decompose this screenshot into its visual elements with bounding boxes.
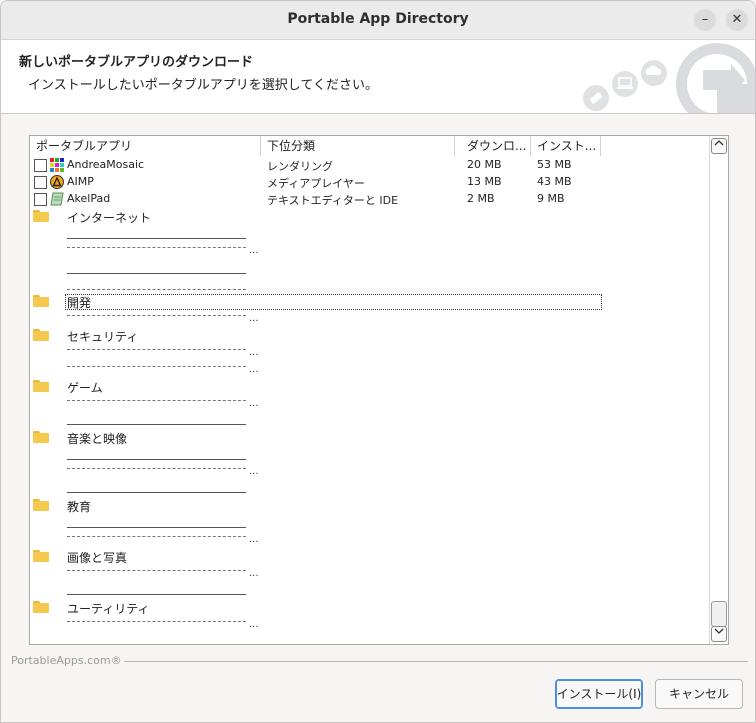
ellipsis: ...	[249, 619, 259, 630]
app-download-size: 20 MB	[467, 158, 502, 171]
category-label: ユーティリティ	[67, 602, 150, 616]
portableapps-logo-icon	[583, 43, 755, 113]
column-subcategory[interactable]: 下位分類	[261, 136, 455, 156]
category-label: 画像と写真	[67, 551, 128, 565]
divider	[67, 492, 246, 493]
divider	[67, 273, 246, 274]
focus-rectangle	[65, 294, 602, 310]
category-utilities[interactable]: ユーティリティ	[30, 599, 710, 616]
column-install-size[interactable]: インスト...	[531, 136, 601, 156]
andreamosaic-icon	[50, 158, 64, 172]
folder-icon	[33, 210, 49, 222]
vertical-scrollbar[interactable]	[709, 136, 728, 644]
category-label: 音楽と映像	[67, 432, 128, 446]
divider	[67, 621, 246, 622]
app-install-size: 43 MB	[537, 175, 572, 188]
header-title: 新しいポータブルアプリのダウンロード	[19, 55, 254, 70]
divider	[67, 400, 246, 401]
app-row[interactable]: AIMP メディアプレイヤー 13 MB 43 MB	[30, 174, 710, 191]
column-header: ポータブルアプリ 下位分類 ダウンロ... インスト...	[30, 136, 710, 156]
ellipsis: ...	[249, 364, 259, 375]
category-label: インターネット	[67, 211, 152, 225]
app-checkbox[interactable]	[34, 176, 47, 189]
category-internet[interactable]: インターネット	[30, 208, 710, 225]
category-games[interactable]: ゲーム	[30, 378, 710, 395]
akelpad-icon	[50, 192, 64, 206]
divider	[67, 527, 246, 528]
wizard-header: 新しいポータブルアプリのダウンロード インストールしたいポータブルアプリを選択し…	[1, 40, 755, 114]
ellipsis: ...	[249, 398, 259, 409]
divider	[67, 366, 246, 367]
divider	[67, 536, 246, 537]
close-button[interactable]: ✕	[726, 9, 748, 31]
app-name: AndreaMosaic	[67, 158, 145, 171]
install-button[interactable]: インストール(I)	[555, 679, 643, 709]
divider	[67, 289, 246, 290]
app-window: Portable App Directory – ✕ 新しいポータブルアプリのダ…	[0, 0, 756, 723]
folder-icon	[33, 550, 49, 562]
minimize-button[interactable]: –	[694, 9, 716, 31]
category-education[interactable]: 教育	[30, 497, 710, 514]
app-download-size: 2 MB	[467, 192, 495, 205]
app-install-size: 53 MB	[537, 158, 572, 171]
footer-divider	[124, 661, 748, 662]
category-label: セキュリティ	[67, 330, 139, 344]
scroll-down-button[interactable]	[711, 626, 727, 642]
folder-icon	[33, 380, 49, 392]
app-checkbox[interactable]	[34, 159, 47, 172]
divider	[67, 594, 246, 595]
category-graphics-photo[interactable]: 画像と写真	[30, 548, 710, 565]
app-download-size: 13 MB	[467, 175, 502, 188]
app-row[interactable]: AkelPad テキストエディターと IDE 2 MB 9 MB	[30, 191, 710, 208]
category-security[interactable]: セキュリティ	[30, 327, 710, 344]
ellipsis: ...	[249, 245, 259, 256]
folder-icon	[33, 295, 49, 307]
ellipsis: ...	[249, 534, 259, 545]
app-subcategory: メディアプレイヤー	[267, 177, 365, 190]
ellipsis: ...	[249, 347, 259, 358]
chevron-up-icon	[714, 140, 724, 146]
window-title: Portable App Directory	[287, 11, 469, 27]
aimp-icon	[50, 175, 64, 189]
ellipsis: ...	[249, 313, 259, 324]
folder-icon	[33, 499, 49, 511]
app-row[interactable]: AndreaMosaic レンダリング 20 MB 53 MB	[30, 157, 710, 174]
app-subcategory: レンダリング	[267, 160, 333, 173]
app-subcategory: テキストエディターと IDE	[267, 194, 399, 207]
app-list[interactable]: ポータブルアプリ 下位分類 ダウンロ... インスト... AndreaMosa…	[29, 135, 729, 645]
divider	[67, 424, 246, 425]
brand-label: PortableApps.com®	[11, 654, 122, 667]
divider	[67, 315, 246, 316]
app-install-size: 9 MB	[537, 192, 565, 205]
title-bar: Portable App Directory – ✕	[1, 1, 755, 40]
category-music-video[interactable]: 音楽と映像	[30, 429, 710, 446]
divider	[67, 459, 246, 460]
column-name[interactable]: ポータブルアプリ	[30, 136, 261, 156]
divider	[67, 247, 246, 248]
folder-icon	[33, 601, 49, 613]
header-subtitle: インストールしたいポータブルアプリを選択してください。	[28, 78, 378, 93]
divider	[67, 468, 246, 469]
scroll-up-button[interactable]	[711, 138, 727, 154]
category-label: 教育	[67, 500, 92, 514]
scrollbar-thumb[interactable]	[711, 601, 727, 627]
chevron-down-icon	[714, 628, 724, 634]
app-name: AkelPad	[67, 192, 111, 205]
folder-icon	[33, 431, 49, 443]
divider	[67, 238, 246, 239]
ellipsis: ...	[249, 466, 259, 477]
cancel-button[interactable]: キャンセル	[655, 679, 743, 709]
category-label: ゲーム	[67, 381, 103, 395]
app-name: AIMP	[67, 175, 94, 188]
app-checkbox[interactable]	[34, 193, 47, 206]
divider	[67, 349, 246, 350]
folder-icon	[33, 329, 49, 341]
ellipsis: ...	[249, 568, 259, 579]
divider	[67, 570, 246, 571]
column-download-size[interactable]: ダウンロ...	[461, 136, 531, 156]
